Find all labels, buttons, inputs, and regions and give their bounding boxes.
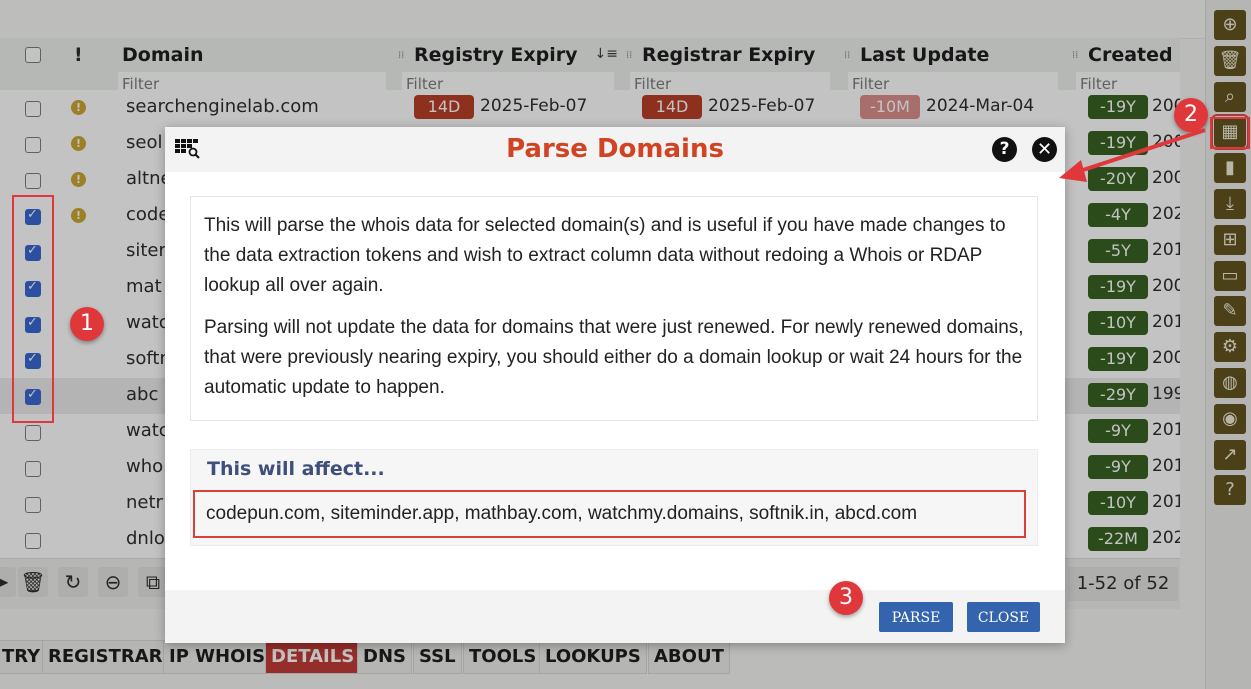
affected-domains-title: This will affect... xyxy=(207,458,385,480)
selected-checkboxes-highlight xyxy=(12,195,54,423)
callout-1: 1 xyxy=(70,307,104,341)
close-button[interactable]: CLOSE xyxy=(967,602,1040,632)
help-button[interactable]: ? xyxy=(992,137,1017,162)
callout-arrow xyxy=(1059,128,1206,182)
dialog-description: This will parse the whois data for selec… xyxy=(190,196,1038,421)
parse-domains-dialog: Parse Domains ? ✕ This will parse the wh… xyxy=(165,127,1065,643)
description-paragraph: Parsing will not update the data for dom… xyxy=(204,317,1024,398)
dialog-title: Parse Domains xyxy=(506,134,724,164)
affected-domains-panel: This will affect... codepun.com, sitemin… xyxy=(190,449,1038,546)
description-paragraph: This will parse the whois data for selec… xyxy=(204,215,1006,296)
close-icon[interactable]: ✕ xyxy=(1032,137,1057,162)
dialog-footer: PARSE CLOSE xyxy=(165,590,1065,643)
callout-3: 3 xyxy=(829,581,863,615)
dialog-header: Parse Domains ? ✕ xyxy=(165,127,1065,172)
parse-button[interactable]: PARSE xyxy=(879,602,953,632)
affected-domains-list: codepun.com, siteminder.app, mathbay.com… xyxy=(193,490,1026,538)
